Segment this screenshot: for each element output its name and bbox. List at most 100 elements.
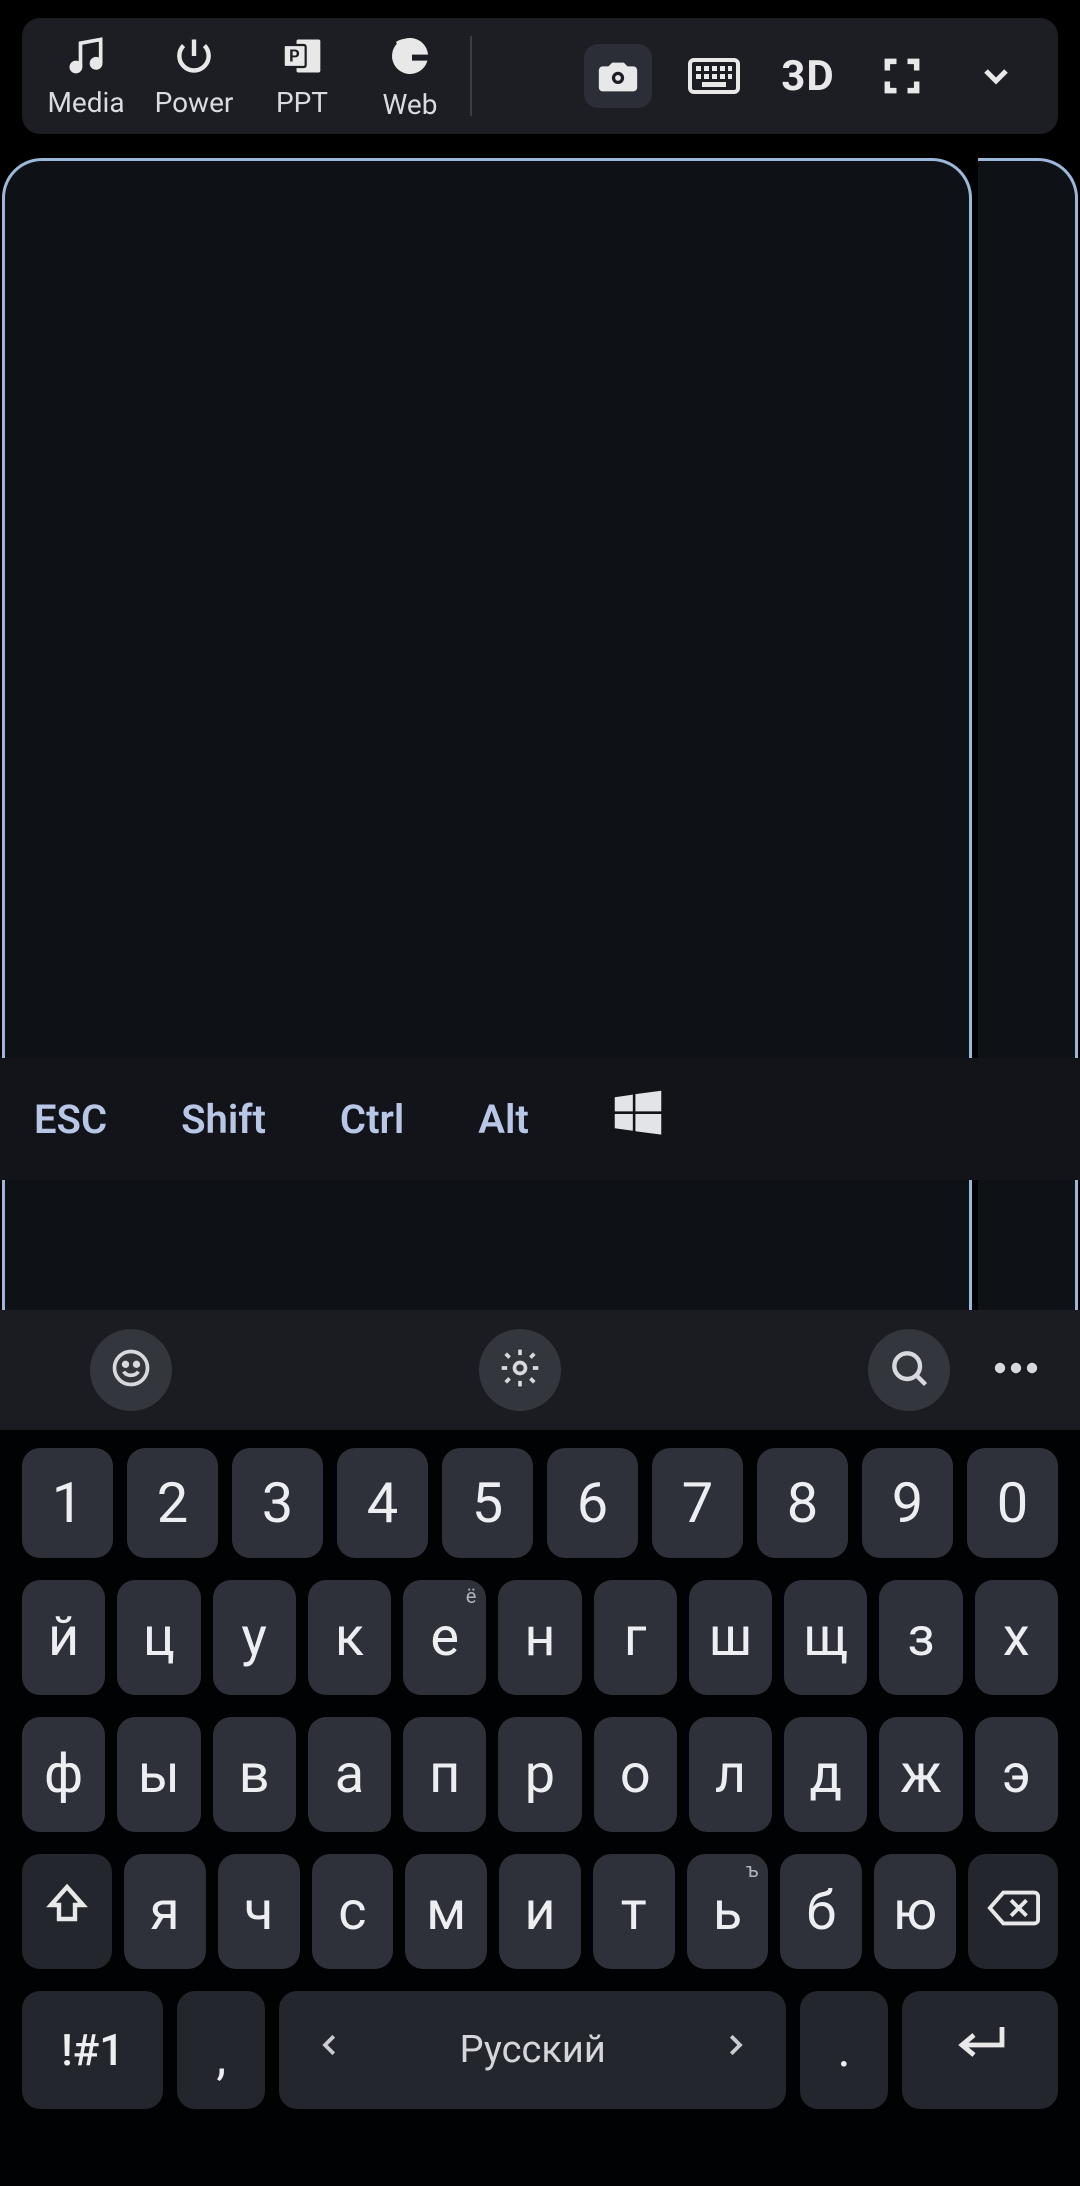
enter-key[interactable]	[902, 1991, 1058, 2109]
windows-icon	[607, 1108, 669, 1155]
ctrl-modifier[interactable]: Ctrl	[340, 1096, 404, 1143]
key-э[interactable]: э	[975, 1717, 1058, 1832]
key-2[interactable]: 2	[127, 1448, 218, 1558]
3d-label: 3D	[781, 52, 834, 101]
key-7[interactable]: 7	[652, 1448, 743, 1558]
row-letters-3: я ч с м и т ьъ б ю	[22, 1854, 1058, 1969]
key-ь-hint: ъ	[746, 1858, 758, 1882]
keyboard-search-button[interactable]	[868, 1329, 950, 1411]
touchpad-area-lower[interactable]	[2, 1180, 972, 1320]
key-я[interactable]: я	[124, 1854, 206, 1969]
comma-key[interactable]: ,	[177, 1991, 265, 2109]
keyboard-icon	[688, 56, 740, 96]
esc-key[interactable]: ESC	[34, 1096, 107, 1143]
key-0[interactable]: 0	[967, 1448, 1058, 1558]
backspace-icon	[986, 1880, 1040, 1943]
key-р[interactable]: р	[498, 1717, 581, 1832]
keyboard-toolbar	[0, 1310, 1080, 1430]
key-к[interactable]: к	[308, 1580, 391, 1695]
key-д[interactable]: д	[784, 1717, 867, 1832]
search-icon	[887, 1346, 931, 1394]
key-ц[interactable]: ц	[117, 1580, 200, 1695]
symbols-key[interactable]: !#1	[22, 1991, 163, 2109]
chevron-down-icon	[976, 56, 1016, 96]
mode-ppt-label: PPT	[276, 86, 328, 119]
emoji-button[interactable]	[90, 1329, 172, 1411]
mode-web[interactable]: Web	[356, 18, 464, 134]
key-4[interactable]: 4	[337, 1448, 428, 1558]
soft-keyboard: 1 2 3 4 5 6 7 8 9 0 й ц у к её н г ш щ з…	[0, 1310, 1080, 2186]
key-у[interactable]: у	[213, 1580, 296, 1695]
internet-explorer-icon	[386, 32, 434, 80]
modifier-row: ESC Shift Ctrl Alt	[0, 1058, 1080, 1180]
key-ь[interactable]: ьъ	[687, 1854, 769, 1969]
key-н[interactable]: н	[498, 1580, 581, 1695]
power-icon	[172, 34, 216, 78]
shift-modifier[interactable]: Shift	[181, 1096, 266, 1143]
row-bottom: !#1 , Русский .	[22, 1991, 1058, 2109]
key-ф[interactable]: ф	[22, 1717, 105, 1832]
windows-key[interactable]	[607, 1083, 669, 1155]
key-8[interactable]: 8	[757, 1448, 848, 1558]
touchpad-area[interactable]	[2, 158, 972, 1058]
key-й[interactable]: й	[22, 1580, 105, 1695]
key-и[interactable]: и	[499, 1854, 581, 1969]
key-о[interactable]: о	[594, 1717, 677, 1832]
row-letters-1: й ц у к её н г ш щ з х	[22, 1580, 1058, 1695]
key-з[interactable]: з	[879, 1580, 962, 1695]
key-м[interactable]: м	[405, 1854, 487, 1969]
key-а[interactable]: а	[308, 1717, 391, 1832]
mode-group: Media Power P PPT	[22, 18, 464, 134]
expand-menu-button[interactable]	[964, 44, 1028, 108]
period-key[interactable]: .	[800, 1991, 888, 2109]
mode-media[interactable]: Media	[32, 18, 140, 134]
key-л[interactable]: л	[689, 1717, 772, 1832]
more-horizontal-icon	[992, 1358, 1040, 1382]
key-9[interactable]: 9	[862, 1448, 953, 1558]
key-3[interactable]: 3	[232, 1448, 323, 1558]
music-icon	[64, 34, 108, 78]
key-с[interactable]: с	[312, 1854, 394, 1969]
backspace-key[interactable]	[968, 1854, 1058, 1969]
key-х[interactable]: х	[975, 1580, 1058, 1695]
fullscreen-button[interactable]	[870, 44, 934, 108]
row-letters-2: ф ы в а п р о л д ж э	[22, 1717, 1058, 1832]
space-language-label: Русский	[460, 2028, 606, 2072]
chevron-left-icon	[315, 2024, 345, 2076]
key-ч[interactable]: ч	[218, 1854, 300, 1969]
smiley-icon	[109, 1346, 153, 1394]
key-6[interactable]: 6	[547, 1448, 638, 1558]
toolbar-actions: 3D	[584, 44, 1058, 108]
3d-mode-button[interactable]: 3D	[776, 44, 840, 108]
key-ж[interactable]: ж	[879, 1717, 962, 1832]
toggle-keyboard-button[interactable]	[682, 44, 746, 108]
row-numbers: 1 2 3 4 5 6 7 8 9 0	[22, 1448, 1058, 1558]
mode-ppt[interactable]: P PPT	[248, 18, 356, 134]
key-п[interactable]: п	[403, 1717, 486, 1832]
alt-modifier[interactable]: Alt	[478, 1096, 529, 1143]
key-щ[interactable]: щ	[784, 1580, 867, 1695]
key-б[interactable]: б	[780, 1854, 862, 1969]
space-key[interactable]: Русский	[279, 1991, 786, 2109]
keyboard-keys: 1 2 3 4 5 6 7 8 9 0 й ц у к её н г ш щ з…	[0, 1430, 1080, 2186]
key-ш[interactable]: ш	[689, 1580, 772, 1695]
key-г[interactable]: г	[594, 1580, 677, 1695]
scroll-strip[interactable]	[978, 158, 1078, 1058]
key-в[interactable]: в	[213, 1717, 296, 1832]
key-ы[interactable]: ы	[117, 1717, 200, 1832]
scroll-strip-lower[interactable]	[978, 1180, 1078, 1320]
keyboard-more-button[interactable]	[980, 1334, 1052, 1406]
keyboard-settings-button[interactable]	[479, 1329, 561, 1411]
key-1[interactable]: 1	[22, 1448, 113, 1558]
toolbar-divider	[470, 36, 472, 116]
gear-icon	[498, 1346, 542, 1394]
key-5[interactable]: 5	[442, 1448, 533, 1558]
key-т[interactable]: т	[593, 1854, 675, 1969]
top-toolbar: Media Power P PPT	[22, 18, 1058, 134]
key-е[interactable]: её	[403, 1580, 486, 1695]
mode-power[interactable]: Power	[140, 18, 248, 134]
powerpoint-icon: P	[280, 34, 324, 78]
key-ю[interactable]: ю	[874, 1854, 956, 1969]
screenshot-button[interactable]	[584, 44, 652, 108]
shift-key[interactable]	[22, 1854, 112, 1969]
